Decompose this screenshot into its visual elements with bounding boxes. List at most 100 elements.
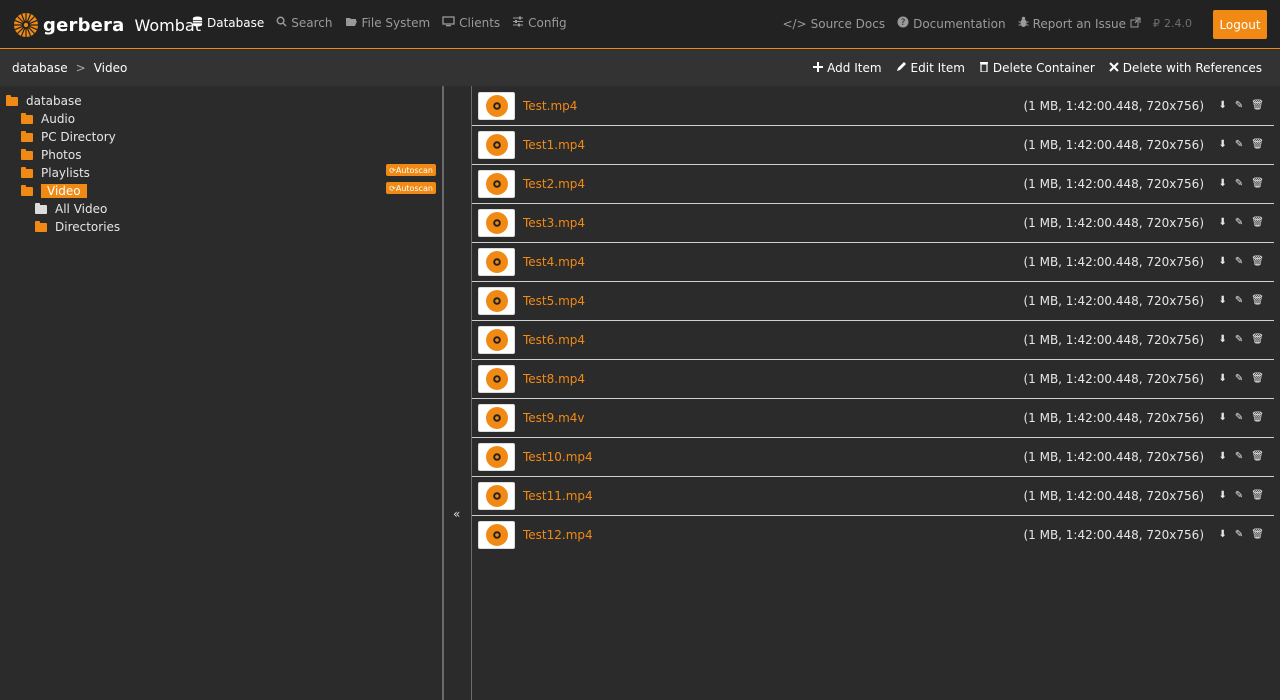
edit-icon[interactable]: ✎ [1235,217,1243,228]
download-icon[interactable]: ⬇ [1219,334,1227,345]
folder-open-icon [6,94,18,106]
file-row[interactable]: Test8.mp4 (1 MB, 1:42:00.448, 720x756) ⬇… [472,359,1274,399]
file-name[interactable]: Test11.mp4 [523,489,593,503]
download-icon[interactable]: ⬇ [1219,256,1227,267]
file-meta: (1 MB, 1:42:00.448, 720x756) [1023,527,1204,542]
edit-icon[interactable]: ✎ [1235,178,1243,189]
brand[interactable]: gerbera Wombat [13,10,201,40]
trash-icon[interactable]: 🗑 [1251,451,1264,462]
file-name[interactable]: Test12.mp4 [523,528,593,542]
tree-item-all-video[interactable]: All Video [35,200,107,218]
file-name[interactable]: Test8.mp4 [523,372,585,386]
delete-with-references-button[interactable]: Delete with References [1109,61,1262,75]
edit-icon[interactable]: ✎ [1235,490,1243,501]
action-label: Edit Item [910,61,965,75]
trash-icon[interactable]: 🗑 [1251,529,1264,540]
edit-icon[interactable]: ✎ [1235,412,1243,423]
file-row[interactable]: Test6.mp4 (1 MB, 1:42:00.448, 720x756) ⬇… [472,320,1274,360]
logout-button[interactable]: Logout [1213,10,1267,39]
trash-icon[interactable]: 🗑 [1251,217,1264,228]
file-row[interactable]: Test10.mp4 (1 MB, 1:42:00.448, 720x756) … [472,437,1274,477]
thumbnail [478,481,515,510]
edit-icon[interactable]: ✎ [1235,139,1243,150]
file-row[interactable]: Test1.mp4 (1 MB, 1:42:00.448, 720x756) ⬇… [472,125,1274,165]
file-name[interactable]: Test2.mp4 [523,177,585,191]
action-bar: Add Item Edit Item Delete Container Dele… [813,61,1262,75]
download-icon[interactable]: ⬇ [1219,373,1227,384]
trash-icon[interactable]: 🗑 [1251,373,1264,384]
download-icon[interactable]: ⬇ [1219,295,1227,306]
edit-icon[interactable]: ✎ [1235,373,1243,384]
tree-item-playlists[interactable]: Playlists [21,164,90,182]
nav-file-system[interactable]: File System [345,16,430,30]
file-name[interactable]: Test.mp4 [523,99,577,113]
delete-container-button[interactable]: Delete Container [979,61,1095,75]
download-icon[interactable]: ⬇ [1219,412,1227,423]
file-row[interactable]: Test3.mp4 (1 MB, 1:42:00.448, 720x756) ⬇… [472,203,1274,243]
subbar: database > Video Add Item Edit Item Dele… [0,50,1280,86]
autoscan-badge[interactable]: ⟳ Autoscan [386,182,436,194]
tree-item-pc-directory[interactable]: PC Directory [21,128,116,146]
edit-icon[interactable]: ✎ [1235,529,1243,540]
tree-item-photos[interactable]: Photos [21,146,81,164]
tree-item-directories[interactable]: Directories [35,218,120,236]
trash-icon[interactable]: 🗑 [1251,490,1264,501]
panel-splitter[interactable] [442,86,472,700]
trash-icon[interactable]: 🗑 [1251,178,1264,189]
trash-icon[interactable]: 🗑 [1251,295,1264,306]
file-row[interactable]: Test4.mp4 (1 MB, 1:42:00.448, 720x756) ⬇… [472,242,1274,282]
file-row[interactable]: Test12.mp4 (1 MB, 1:42:00.448, 720x756) … [472,515,1274,554]
file-meta: (1 MB, 1:42:00.448, 720x756) [1023,254,1204,269]
download-icon[interactable]: ⬇ [1219,178,1227,189]
edit-icon[interactable]: ✎ [1235,100,1243,111]
autoscan-badge[interactable]: ⟳ Autoscan [386,164,436,176]
edit-icon[interactable]: ✎ [1235,451,1243,462]
tree-label-selected: Video [41,184,87,198]
trash-icon[interactable]: 🗑 [1251,412,1264,423]
download-icon[interactable]: ⬇ [1219,529,1227,540]
nav-search[interactable]: Search [276,16,333,30]
download-icon[interactable]: ⬇ [1219,490,1227,501]
file-name[interactable]: Test1.mp4 [523,138,585,152]
add-item-button[interactable]: Add Item [813,61,882,75]
edit-icon[interactable]: ✎ [1235,334,1243,345]
edit-icon[interactable]: ✎ [1235,295,1243,306]
nav-database[interactable]: Database [192,16,264,30]
download-icon[interactable]: ⬇ [1219,217,1227,228]
trash-icon[interactable]: 🗑 [1251,334,1264,345]
breadcrumb-root[interactable]: database [12,61,68,75]
report-issue-link[interactable]: Report an Issue [1018,16,1141,31]
download-icon[interactable]: ⬇ [1219,451,1227,462]
tree-item-audio[interactable]: Audio [21,110,75,128]
source-docs-link[interactable]: </> Source Docs [782,16,885,31]
breadcrumb-separator: > [75,61,86,75]
download-icon[interactable]: ⬇ [1219,139,1227,150]
file-row[interactable]: Test11.mp4 (1 MB, 1:42:00.448, 720x756) … [472,476,1274,516]
nav-config[interactable]: Config [512,16,567,30]
trash-icon[interactable]: 🗑 [1251,100,1264,111]
file-name[interactable]: Test4.mp4 [523,255,585,269]
edit-icon[interactable]: ✎ [1235,256,1243,267]
collapse-panel-icon[interactable]: « [453,507,460,521]
file-name[interactable]: Test9.m4v [523,411,585,425]
nav-clients[interactable]: Clients [442,16,500,30]
file-row[interactable]: Test.mp4 (1 MB, 1:42:00.448, 720x756) ⬇ … [472,86,1274,126]
file-name[interactable]: Test10.mp4 [523,450,593,464]
trash-icon[interactable]: 🗑 [1251,256,1264,267]
documentation-link[interactable]: ? Documentation [897,16,1006,31]
file-meta: (1 MB, 1:42:00.448, 720x756) [1023,98,1204,113]
file-name[interactable]: Test5.mp4 [523,294,585,308]
edit-item-button[interactable]: Edit Item [896,61,965,75]
trash-icon[interactable]: 🗑 [1251,139,1264,150]
file-row[interactable]: Test9.m4v (1 MB, 1:42:00.448, 720x756) ⬇… [472,398,1274,438]
action-label: Add Item [827,61,882,75]
tree-item-database[interactable]: database [6,92,82,110]
version-label: 2.4.0 [1164,17,1192,30]
file-row[interactable]: Test5.mp4 (1 MB, 1:42:00.448, 720x756) ⬇… [472,281,1274,321]
download-icon[interactable]: ⬇ [1219,100,1227,111]
file-name[interactable]: Test3.mp4 [523,216,585,230]
file-row[interactable]: Test2.mp4 (1 MB, 1:42:00.448, 720x756) ⬇… [472,164,1274,204]
tree-item-video[interactable]: Video [21,182,87,200]
folder-icon [21,112,33,124]
file-name[interactable]: Test6.mp4 [523,333,585,347]
